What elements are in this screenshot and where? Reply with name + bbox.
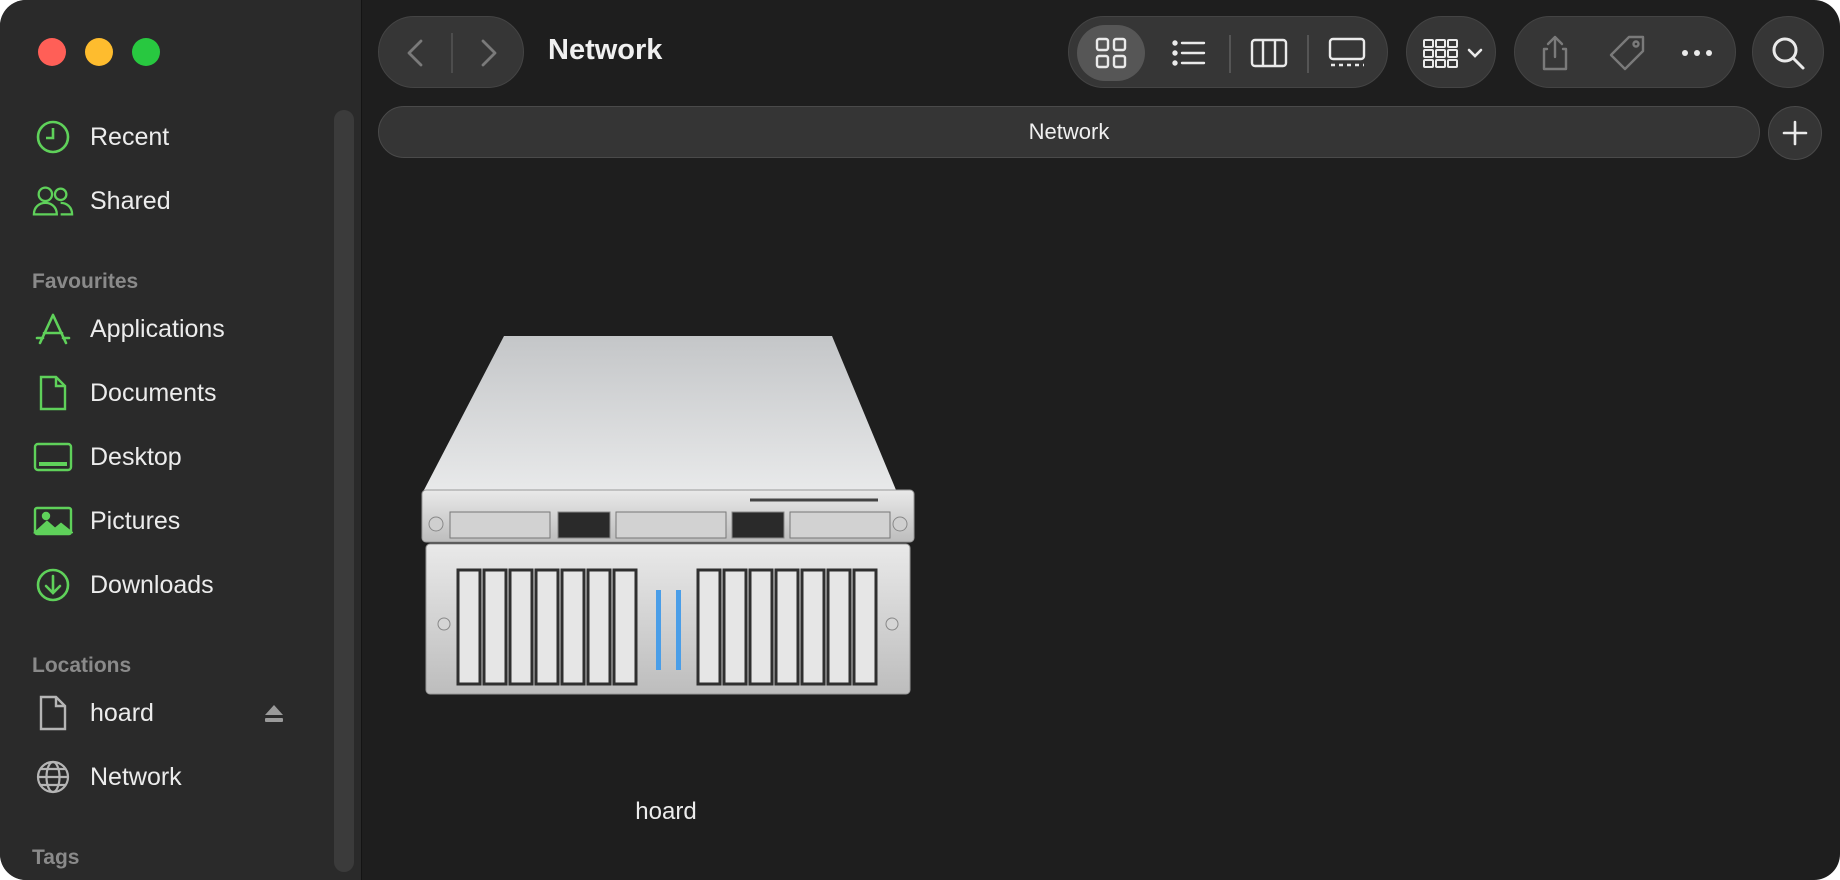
applications-icon: [32, 308, 74, 350]
sidebar-section-locations: Locations: [32, 654, 132, 677]
eject-icon[interactable]: [263, 702, 285, 724]
add-tab-button[interactable]: [1768, 106, 1822, 160]
list-view-button[interactable]: [1169, 33, 1209, 73]
photo-icon: [32, 500, 74, 542]
window-title: Network: [548, 34, 663, 66]
window-controls: [38, 38, 160, 66]
server-icon[interactable]: [420, 330, 916, 700]
sidebar-item-label: Documents: [90, 378, 217, 407]
tab-label: Network: [1028, 119, 1110, 144]
sidebar-item-applications[interactable]: Applications: [32, 304, 292, 354]
people-icon: [32, 180, 74, 222]
sidebar-section-tags: Tags: [32, 846, 80, 869]
clock-icon: [32, 116, 74, 158]
icon-view-button[interactable]: [1091, 33, 1131, 73]
download-icon: [32, 564, 74, 606]
globe-icon: [32, 756, 74, 798]
sidebar-section-favourites: Favourites: [32, 270, 139, 293]
document-icon: [32, 692, 74, 734]
close-window-button[interactable]: [38, 38, 66, 66]
chevron-down-icon: [1465, 33, 1485, 73]
sidebar-item-label: Network: [90, 762, 182, 791]
sidebar-item-label: Desktop: [90, 442, 182, 471]
view-divider: [1307, 35, 1309, 73]
minimize-window-button[interactable]: [85, 38, 113, 66]
forward-button[interactable]: [467, 33, 507, 73]
view-mode-group: [1068, 16, 1388, 88]
sidebar-item-pictures[interactable]: Pictures: [32, 496, 292, 546]
back-button[interactable]: [397, 33, 437, 73]
sidebar-item-label: hoard: [90, 698, 154, 727]
sidebar-item-label: Applications: [90, 314, 225, 343]
sidebar-item-hoard[interactable]: hoard: [32, 688, 292, 738]
view-divider: [1229, 35, 1231, 73]
navigation-group: [378, 16, 524, 88]
sidebar: Recent Shared Favourites Applications Do…: [0, 0, 362, 880]
sidebar-item-label: Downloads: [90, 570, 214, 599]
sidebar-item-recent[interactable]: Recent: [32, 112, 292, 162]
tag-icon[interactable]: [1607, 33, 1647, 73]
file-item-label: hoard: [635, 798, 697, 825]
zoom-window-button[interactable]: [132, 38, 160, 66]
gallery-view-button[interactable]: [1327, 33, 1367, 73]
group-by-button[interactable]: [1406, 16, 1496, 88]
more-icon[interactable]: [1677, 33, 1717, 73]
navigation-divider: [451, 33, 453, 73]
document-icon: [32, 372, 74, 414]
share-icon[interactable]: [1535, 33, 1575, 73]
plus-icon: [1782, 120, 1808, 146]
sidebar-item-label: Recent: [90, 122, 170, 151]
sidebar-item-label: Pictures: [90, 506, 181, 535]
group-grid-icon: [1421, 33, 1461, 73]
tab-bar[interactable]: Network: [378, 106, 1760, 158]
sidebar-item-network[interactable]: Network: [32, 752, 292, 802]
finder-window: Recent Shared Favourites Applications Do…: [0, 0, 1840, 880]
sidebar-item-downloads[interactable]: Downloads: [32, 560, 292, 610]
sidebar-item-desktop[interactable]: Desktop: [32, 432, 292, 482]
sidebar-item-shared[interactable]: Shared: [32, 176, 292, 226]
search-button[interactable]: [1752, 16, 1824, 88]
desktop-icon: [32, 436, 74, 478]
action-group: [1514, 16, 1736, 88]
sidebar-scrollbar[interactable]: [334, 110, 354, 872]
search-icon: [1768, 33, 1808, 73]
column-view-button[interactable]: [1249, 33, 1289, 73]
sidebar-item-documents[interactable]: Documents: [32, 368, 292, 418]
sidebar-item-label: Shared: [90, 186, 171, 215]
